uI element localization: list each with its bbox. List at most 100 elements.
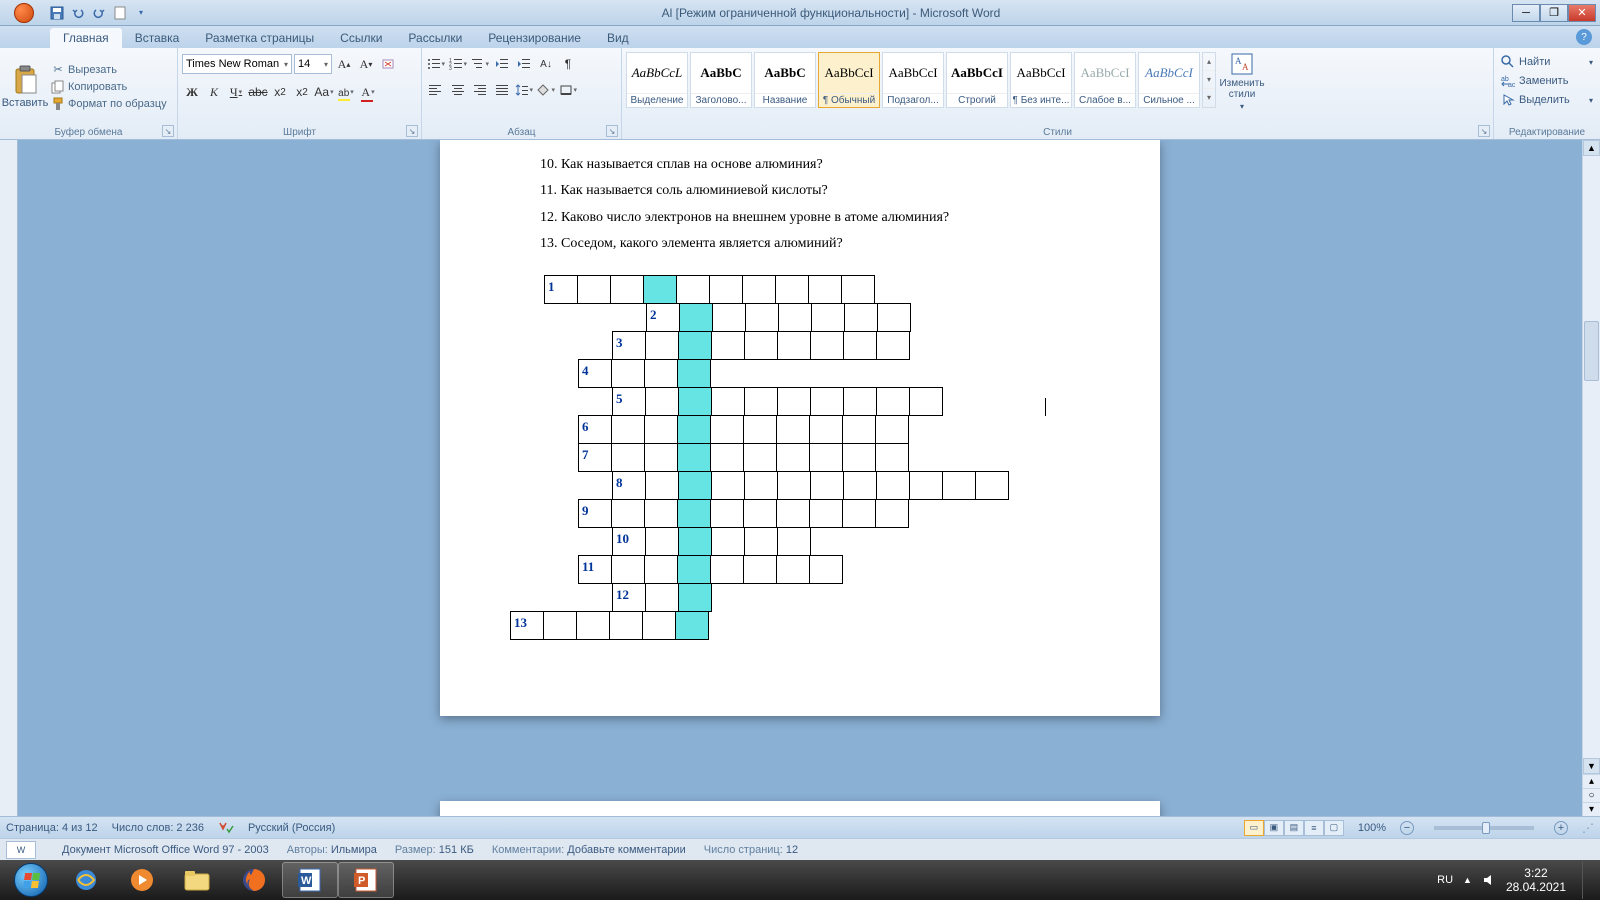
tab-разметка страницы[interactable]: Разметка страницы	[192, 28, 327, 48]
grow-font-button[interactable]: A▴	[334, 54, 354, 74]
zoom-out-button[interactable]: −	[1400, 821, 1414, 835]
taskbar-word[interactable]: W	[282, 862, 338, 898]
tab-главная[interactable]: Главная	[50, 28, 122, 48]
language-status[interactable]: Русский (Россия)	[248, 822, 335, 834]
change-styles-button[interactable]: AAИзменить стили▾	[1218, 52, 1266, 111]
align-left-button[interactable]	[426, 80, 446, 100]
show-desktop-button[interactable]	[1582, 861, 1592, 899]
format-painter-button[interactable]: Формат по образцу	[48, 96, 170, 112]
vertical-ruler[interactable]	[0, 140, 18, 816]
resize-grip-icon[interactable]: ⋰	[1582, 821, 1594, 835]
tray-arrow-icon[interactable]: ▲	[1463, 875, 1472, 885]
bullets-button[interactable]	[426, 54, 446, 74]
document-viewport[interactable]: 10. Как называется сплав на основе алюми…	[18, 140, 1582, 816]
replace-button[interactable]: abacЗаменить	[1498, 72, 1596, 90]
underline-button[interactable]: Ч	[226, 82, 246, 102]
browse-object-button[interactable]: ○	[1583, 788, 1600, 802]
draft-view[interactable]: ▢	[1324, 820, 1344, 836]
show-marks-button[interactable]: ¶	[558, 54, 578, 74]
bold-button[interactable]: Ж	[182, 82, 202, 102]
tray-volume-icon[interactable]	[1482, 873, 1496, 887]
document-page[interactable]: 10. Как называется сплав на основе алюми…	[440, 140, 1160, 716]
font-name-combo[interactable]: Times New Roman▾	[182, 54, 292, 74]
paragraph-launcher[interactable]: ↘	[606, 125, 618, 137]
select-button[interactable]: Выделить▾	[1498, 91, 1596, 109]
tab-рассылки[interactable]: Рассылки	[395, 28, 475, 48]
zoom-in-button[interactable]: +	[1554, 821, 1568, 835]
style-item[interactable]: AaBbCcIСильное ...	[1138, 52, 1200, 108]
new-doc-icon[interactable]	[111, 4, 129, 22]
zoom-thumb[interactable]	[1482, 822, 1490, 834]
comments-value[interactable]: Добавьте комментарии	[567, 844, 685, 856]
taskbar-firefox[interactable]	[226, 862, 282, 898]
sort-button[interactable]: A↓	[536, 54, 556, 74]
font-size-combo[interactable]: 14▾	[294, 54, 332, 74]
increase-indent-button[interactable]	[514, 54, 534, 74]
tab-вид[interactable]: Вид	[594, 28, 642, 48]
minimize-button[interactable]: ─	[1512, 4, 1540, 22]
copy-button[interactable]: Копировать	[48, 79, 170, 95]
close-button[interactable]: ✕	[1568, 4, 1596, 22]
font-color-button[interactable]: A	[358, 82, 378, 102]
find-button[interactable]: Найти▾	[1498, 53, 1596, 71]
qat-customize-icon[interactable]: ▾	[132, 4, 150, 22]
tab-вставка[interactable]: Вставка	[122, 28, 193, 48]
tray-clock[interactable]: 3:2228.04.2021	[1506, 866, 1566, 895]
tab-рецензирование[interactable]: Рецензирование	[475, 28, 594, 48]
strikethrough-button[interactable]: abc	[248, 82, 268, 102]
start-button[interactable]	[4, 862, 58, 898]
scroll-thumb[interactable]	[1584, 321, 1599, 381]
subscript-button[interactable]: x2	[270, 82, 290, 102]
taskbar-media-player[interactable]	[114, 862, 170, 898]
styles-scroll[interactable]: ▴▾▾	[1202, 52, 1216, 108]
highlight-button[interactable]: ab	[336, 82, 356, 102]
outline-view[interactable]: ≡	[1304, 820, 1324, 836]
tab-ссылки[interactable]: Ссылки	[327, 28, 395, 48]
numbering-button[interactable]: 123	[448, 54, 468, 74]
undo-icon[interactable]	[69, 4, 87, 22]
next-page-button[interactable]: ▾	[1583, 802, 1600, 816]
style-item[interactable]: AaBbCcIПодзагол...	[882, 52, 944, 108]
style-item[interactable]: AaBbCcIСлабое в...	[1074, 52, 1136, 108]
spellcheck-icon[interactable]	[218, 821, 234, 835]
cut-button[interactable]: ✂Вырезать	[48, 62, 170, 78]
help-icon[interactable]: ?	[1576, 29, 1592, 45]
justify-button[interactable]	[492, 80, 512, 100]
scroll-up-button[interactable]: ▲	[1583, 140, 1600, 156]
office-button[interactable]	[4, 2, 44, 24]
style-item[interactable]: AaBbCcI¶ Без инте...	[1010, 52, 1072, 108]
zoom-level[interactable]: 100%	[1358, 822, 1386, 834]
style-item[interactable]: AaBbCcI¶ Обычный	[818, 52, 880, 108]
superscript-button[interactable]: x2	[292, 82, 312, 102]
style-item[interactable]: AaBbCcLВыделение	[626, 52, 688, 108]
paste-button[interactable]: Вставить	[4, 50, 46, 123]
align-right-button[interactable]	[470, 80, 490, 100]
taskbar-powerpoint[interactable]: P	[338, 862, 394, 898]
scroll-down-button[interactable]: ▼	[1583, 758, 1600, 774]
align-center-button[interactable]	[448, 80, 468, 100]
vertical-scrollbar[interactable]: ▲ ▼ ▴ ○ ▾	[1582, 140, 1600, 816]
full-screen-view[interactable]: ▣	[1264, 820, 1284, 836]
clipboard-launcher[interactable]: ↘	[162, 125, 174, 137]
page-status[interactable]: Страница: 4 из 12	[6, 822, 98, 834]
scroll-track[interactable]	[1583, 156, 1600, 758]
word-count[interactable]: Число слов: 2 236	[112, 822, 204, 834]
change-case-button[interactable]: Aa	[314, 82, 334, 102]
maximize-button[interactable]: ❐	[1540, 4, 1568, 22]
style-item[interactable]: AaBbCcIСтрогий	[946, 52, 1008, 108]
shrink-font-button[interactable]: A▾	[356, 54, 376, 74]
styles-launcher[interactable]: ↘	[1478, 125, 1490, 137]
print-layout-view[interactable]: ▭	[1244, 820, 1264, 836]
borders-button[interactable]	[558, 80, 578, 100]
taskbar-ie[interactable]	[58, 862, 114, 898]
zoom-slider[interactable]	[1434, 826, 1534, 830]
taskbar-explorer[interactable]	[170, 862, 226, 898]
web-layout-view[interactable]: ▤	[1284, 820, 1304, 836]
style-item[interactable]: AaBbCНазвание	[754, 52, 816, 108]
shading-button[interactable]	[536, 80, 556, 100]
prev-page-button[interactable]: ▴	[1583, 774, 1600, 788]
redo-icon[interactable]	[90, 4, 108, 22]
decrease-indent-button[interactable]	[492, 54, 512, 74]
italic-button[interactable]: К	[204, 82, 224, 102]
multilevel-list-button[interactable]	[470, 54, 490, 74]
